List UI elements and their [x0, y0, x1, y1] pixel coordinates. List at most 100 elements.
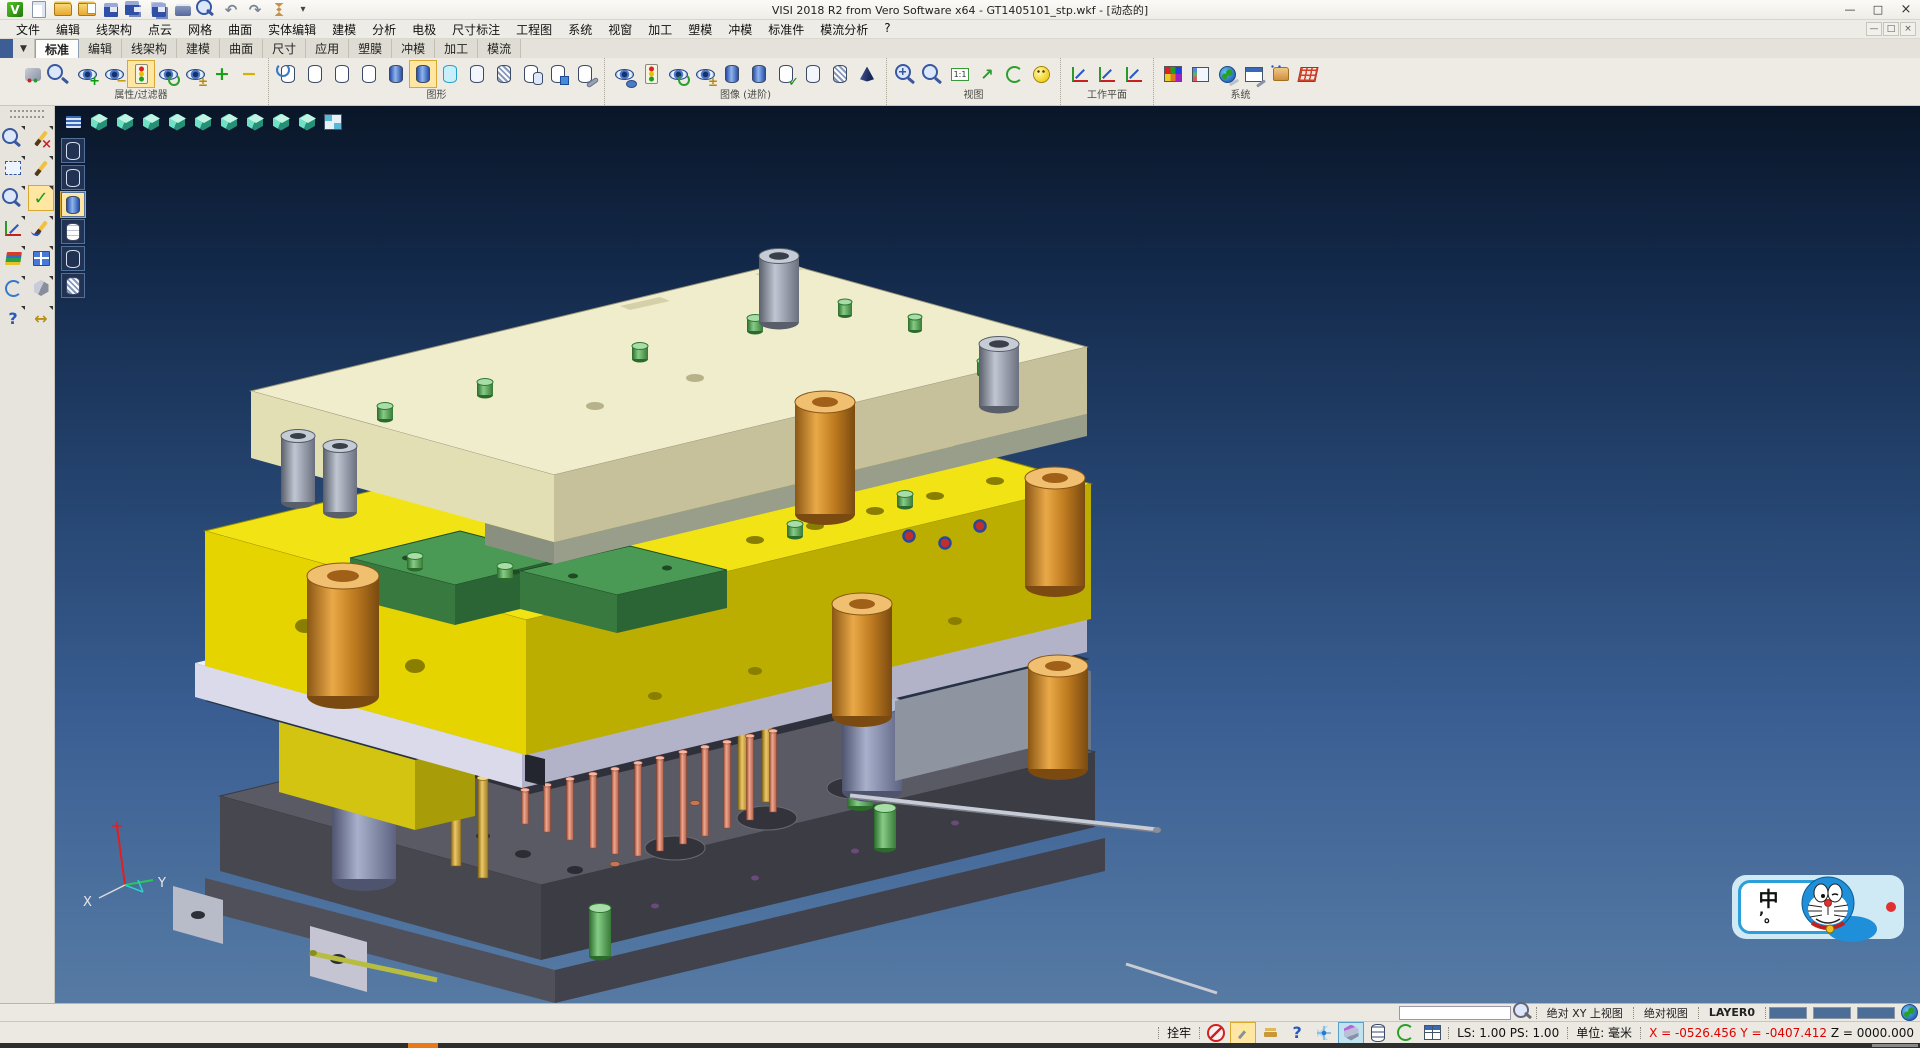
cyl-outline-icon[interactable]	[302, 61, 328, 87]
eye-plusminus-icon[interactable]	[692, 61, 718, 87]
table-settings-icon[interactable]	[1241, 61, 1267, 87]
rotate-green-icon[interactable]	[1393, 1023, 1417, 1043]
cyl-white-icon[interactable]	[800, 61, 826, 87]
view-cube-icon[interactable]	[295, 110, 319, 134]
cyl-blue-icon[interactable]	[410, 61, 436, 87]
snap-hand-icon[interactable]	[1268, 61, 1294, 87]
workplane-xyz-icon[interactable]	[1067, 61, 1093, 87]
eye-remove-icon[interactable]	[101, 61, 127, 87]
view-filter-icon[interactable]	[1, 126, 25, 150]
menu-item[interactable]: 线架构	[88, 20, 140, 39]
view-reference-status[interactable]: 绝对视图	[1634, 1005, 1698, 1021]
cyl-outline-icon[interactable]	[356, 61, 382, 87]
toolbar-tab[interactable]: 标准	[35, 39, 79, 58]
tab-dropdown-button[interactable]: ▼	[13, 39, 35, 58]
view-cube-icon[interactable]	[217, 110, 241, 134]
viewport-menu-icon[interactable]	[61, 110, 85, 134]
mdi-restore-button[interactable]: □	[1883, 22, 1899, 36]
toolbar-tab[interactable]: 线架构	[122, 39, 177, 58]
delete-element-icon[interactable]	[29, 126, 53, 150]
vcyl-outline-icon[interactable]	[61, 138, 85, 163]
cone-dark-icon[interactable]	[854, 61, 880, 87]
doc-preview-icon[interactable]	[47, 61, 73, 87]
cyl-outline-icon[interactable]	[329, 61, 355, 87]
mdi-minimize-button[interactable]: —	[1866, 22, 1882, 36]
menu-item[interactable]: 分析	[364, 20, 404, 39]
layers-palette-icon[interactable]	[1, 246, 25, 270]
save-all-icon[interactable]	[148, 1, 170, 19]
search-icon[interactable]	[1514, 1004, 1536, 1022]
color-swatch[interactable]	[1813, 1007, 1851, 1019]
window-grid-icon[interactable]	[1420, 1023, 1444, 1043]
attr-table-icon[interactable]	[1187, 61, 1213, 87]
menu-item[interactable]: 编辑	[48, 20, 88, 39]
toolbar-tab[interactable]: 建模	[177, 39, 220, 58]
save-icon[interactable]	[100, 1, 122, 19]
eye-pair-icon[interactable]	[611, 61, 637, 87]
cyl-white-icon[interactable]	[464, 61, 490, 87]
menu-item[interactable]: 加工	[640, 20, 680, 39]
eye-refresh-icon[interactable]	[665, 61, 691, 87]
toolbar-tab[interactable]: 塑膜	[349, 39, 392, 58]
eye-add-icon[interactable]	[74, 61, 100, 87]
view-cube-icon[interactable]	[165, 110, 189, 134]
vcyl-outline-icon[interactable]	[61, 246, 85, 271]
eye-plusminus-icon[interactable]	[182, 61, 208, 87]
view-mode-status[interactable]: 绝对 XY 上视图	[1537, 1005, 1633, 1021]
toolbar-tab[interactable]: 模流	[478, 39, 521, 58]
3d-viewport[interactable]: X Y 中 ’。	[55, 106, 1920, 1003]
redo-icon[interactable]	[244, 1, 266, 19]
globe-icon[interactable]	[1898, 1004, 1920, 1022]
menu-item[interactable]: 系统	[560, 20, 600, 39]
active-layer-button[interactable]: LAYER0	[1699, 1006, 1765, 1019]
workplane-move-icon[interactable]	[1121, 61, 1147, 87]
toolbar-tab[interactable]: 应用	[306, 39, 349, 58]
workplane-axis-icon[interactable]	[1, 216, 25, 240]
color-swatch[interactable]	[1769, 1007, 1807, 1019]
view-cube-icon[interactable]	[113, 110, 137, 134]
menu-item[interactable]: 建模	[324, 20, 364, 39]
vcyl-lines-icon[interactable]	[61, 219, 85, 244]
cyl-blue-icon[interactable]	[746, 61, 772, 87]
ime-mode-chinese[interactable]: 中	[1759, 889, 1779, 909]
curve-pencil-icon[interactable]	[29, 216, 53, 240]
cyl-refresh-icon[interactable]	[275, 61, 301, 87]
help-question-icon[interactable]	[1, 306, 25, 330]
mdi-close-button[interactable]: ×	[1900, 22, 1916, 36]
grid-red-icon[interactable]	[1295, 61, 1321, 87]
cyl-section-icon[interactable]	[1366, 1023, 1390, 1043]
help-blue-icon[interactable]	[1285, 1023, 1309, 1043]
close-button[interactable]: ×	[1892, 1, 1920, 19]
menu-item[interactable]: ?	[876, 20, 898, 39]
view-cube-icon[interactable]	[191, 110, 215, 134]
qat-dropdown-icon[interactable]	[292, 1, 314, 19]
vcyl-hatch-icon[interactable]	[61, 273, 85, 298]
wand-icon[interactable]	[1231, 1023, 1255, 1043]
view-multi-icon[interactable]	[321, 110, 345, 134]
workplane-edit-icon[interactable]	[1094, 61, 1120, 87]
stamp-icon[interactable]	[1258, 1023, 1282, 1043]
menu-item[interactable]: 实体编辑	[260, 20, 324, 39]
cyl-hatch-icon[interactable]	[827, 61, 853, 87]
toolbar-tab[interactable]: 冲模	[392, 39, 435, 58]
menu-item[interactable]: 标准件	[760, 20, 812, 39]
eye-refresh-icon[interactable]	[155, 61, 181, 87]
window-views-icon[interactable]	[29, 246, 53, 270]
menu-item[interactable]: 点云	[140, 20, 180, 39]
zoom-in-icon[interactable]	[893, 61, 919, 87]
ime-punctuation[interactable]: ’。	[1759, 911, 1778, 925]
history-icon[interactable]	[268, 1, 290, 19]
toolbar-tab[interactable]: 加工	[435, 39, 478, 58]
vcyl-outline-icon[interactable]	[61, 165, 85, 190]
traffic-light-icon[interactable]	[638, 61, 664, 87]
menu-item[interactable]: 塑模	[680, 20, 720, 39]
solid-cube-icon[interactable]	[29, 276, 53, 300]
globe-settings-icon[interactable]	[1214, 61, 1240, 87]
visi-logo-icon[interactable]	[4, 1, 26, 19]
view-cube-icon[interactable]	[87, 110, 111, 134]
menu-item[interactable]: 工程图	[508, 20, 560, 39]
pan-arrow-icon[interactable]	[974, 61, 1000, 87]
sketch-pen-icon[interactable]	[29, 156, 53, 180]
menu-item[interactable]: 视窗	[600, 20, 640, 39]
vcyl-blue-icon[interactable]	[61, 192, 85, 217]
